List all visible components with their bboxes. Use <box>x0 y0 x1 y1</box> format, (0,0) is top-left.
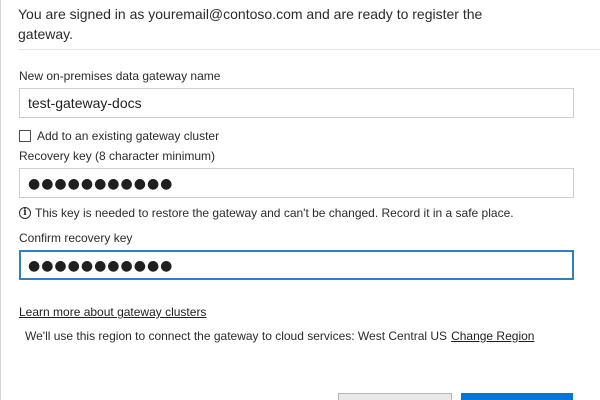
info-note-text: This key is needed to restore the gatewa… <box>35 206 514 220</box>
confirm-key-input[interactable]: ●●●●●●●●●●● <box>19 250 574 280</box>
register-form: New on-premises data gateway name test-g… <box>19 68 574 280</box>
confirm-key-value: ●●●●●●●●●●● <box>28 258 174 274</box>
recovery-key-input[interactable]: ●●●●●●●●●●● <box>19 168 574 198</box>
change-region-link[interactable]: Change Region <box>451 329 534 343</box>
recovery-key-value: ●●●●●●●●●●● <box>28 176 174 192</box>
header-divider <box>18 49 600 50</box>
region-row: We'll use this region to connect the gat… <box>25 329 534 343</box>
gateway-name-input[interactable]: test-gateway-docs <box>19 88 574 118</box>
back-button[interactable] <box>338 393 452 400</box>
gateway-name-label: New on-premises data gateway name <box>19 69 221 83</box>
recovery-key-label: Recovery key (8 character minimum) <box>19 149 216 163</box>
learn-more-clusters-link[interactable]: Learn more about gateway clusters <box>19 305 206 319</box>
window-border <box>0 0 1 400</box>
add-to-cluster-row[interactable]: Add to an existing gateway cluster <box>19 128 574 144</box>
gateway-register-dialog: You are signed in as youremail@contoso.c… <box>0 0 600 400</box>
region-text: We'll use this region to connect the gat… <box>25 329 448 343</box>
add-to-cluster-label[interactable]: Add to an existing gateway cluster <box>37 129 219 143</box>
info-note-row: i This key is needed to restore the gate… <box>19 205 574 221</box>
info-icon: i <box>19 207 31 219</box>
add-to-cluster-checkbox[interactable] <box>19 130 31 142</box>
gateway-name-value: test-gateway-docs <box>28 95 142 111</box>
confirm-key-label: Confirm recovery key <box>19 231 133 245</box>
signed-in-message: You are signed in as youremail@contoso.c… <box>18 6 483 42</box>
configure-button[interactable] <box>461 393 573 400</box>
